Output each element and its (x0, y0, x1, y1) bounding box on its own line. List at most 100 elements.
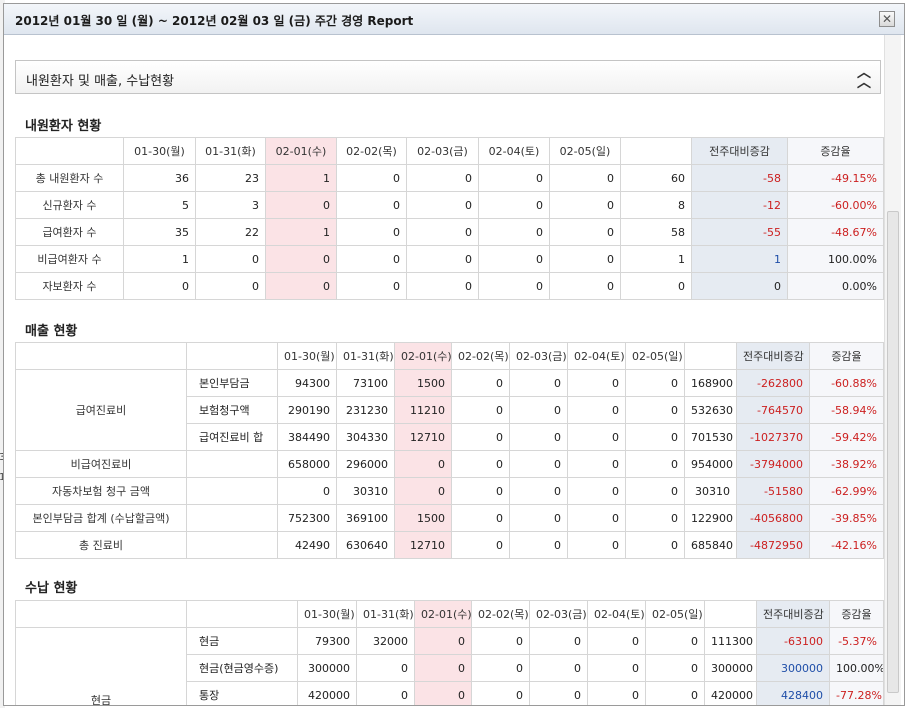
column-header: 02-03(금) (509, 342, 568, 370)
value-cell: 304330 (336, 423, 395, 451)
scrollbar-thumb[interactable] (887, 211, 899, 693)
value-cell: 0 (549, 218, 621, 246)
value-cell: 630640 (336, 531, 395, 559)
table-row: 총 내원환자 수 36 23 1 0 0 0 0 60 -58 -49.15% (15, 164, 884, 192)
column-header: 01-31(화) (356, 600, 415, 628)
collapse-icon[interactable]: ︿ ︿ (854, 66, 874, 90)
value-cell: 0 (549, 164, 621, 192)
value-cell: 94300 (277, 369, 337, 397)
column-header: 01-30(월) (277, 342, 337, 370)
diff-cell: -4872950 (736, 531, 810, 559)
row-label: 급여환자 수 (15, 218, 124, 246)
column-header: 02-02(목) (451, 342, 510, 370)
column-header (620, 137, 692, 165)
column-header: 전주대비증감 (756, 600, 830, 628)
value-cell: 0 (451, 369, 510, 397)
diff-cell: -4056800 (736, 504, 810, 532)
close-icon[interactable]: ✕ (879, 11, 895, 27)
value-cell: 0 (567, 504, 626, 532)
row-label: 비급여환자 수 (15, 245, 124, 273)
value-cell: 0 (451, 477, 510, 505)
value-cell: 954000 (684, 450, 737, 478)
rate-cell: -5.37% (829, 627, 884, 655)
value-cell: 0 (336, 164, 407, 192)
column-header: 증감율 (829, 600, 884, 628)
sub-label: 현금 (186, 627, 298, 655)
sub-label (186, 531, 278, 559)
value-cell: 0 (509, 369, 568, 397)
row-label: 본인부담금 합계 (수납할금액) (15, 504, 187, 532)
column-header: 01-31(화) (195, 137, 266, 165)
table-row: 비급여진료비 658000 296000 0 0 0 0 0 954000 -3794000 -38… (15, 450, 884, 478)
diff-cell: 0 (691, 272, 788, 300)
value-cell: 0 (478, 245, 550, 273)
header-blank (15, 137, 124, 165)
dialog-titlebar: 2012년 01월 30 일 (월) ~ 2012년 02월 03 일 (금) … (4, 4, 904, 35)
rate-cell: -59.42% (809, 423, 884, 451)
value-cell: 8 (620, 191, 692, 219)
value-cell: 0 (451, 531, 510, 559)
table-row: 신규환자 수 5 3 0 0 0 0 0 8 -12 -60.00% (15, 191, 884, 219)
value-cell: 420000 (297, 681, 357, 705)
diff-cell: 1 (691, 245, 788, 273)
dialog-title: 2012년 01월 30 일 (월) ~ 2012년 02월 03 일 (금) … (15, 14, 414, 28)
value-cell: 0 (509, 396, 568, 424)
row-label: 비급여진료비 (15, 450, 187, 478)
value-cell: 0 (625, 396, 685, 424)
table-row: 자동차보험 청구 금액 0 30310 0 0 0 0 0 30310 -51580 -62.99% (15, 477, 884, 505)
patients-table: 01-30(월) 01-31(화) 02-01(수) 02-02(목) 02-03(금)… (15, 137, 884, 300)
header-blank (15, 600, 187, 628)
value-cell: 0 (406, 272, 479, 300)
value-cell: 300000 (704, 654, 757, 682)
value-cell: 0 (509, 477, 568, 505)
value-cell: 0 (509, 504, 568, 532)
value-cell: 685840 (684, 531, 737, 559)
column-header (704, 600, 757, 628)
value-cell: 30310 (336, 477, 395, 505)
value-cell: 0 (471, 627, 530, 655)
value-cell: 0 (451, 423, 510, 451)
value-cell: 1 (123, 245, 196, 273)
sub-label: 본인부담금 (186, 369, 278, 397)
column-header: 02-02(목) (471, 600, 530, 628)
diff-cell: -12 (691, 191, 788, 219)
value-cell: 0 (406, 218, 479, 246)
value-cell: 0 (625, 369, 685, 397)
report-dialog: 2012년 01월 30 일 (월) ~ 2012년 02월 03 일 (금) … (3, 3, 905, 706)
diff-cell: 300000 (756, 654, 830, 682)
value-cell: 0 (509, 423, 568, 451)
vertical-scrollbar[interactable] (884, 35, 901, 705)
table-row: 현금 현금 79300 32000 0 0 0 0 0 111300 -63100 -5.37% (15, 627, 884, 705)
value-cell: 0 (123, 272, 196, 300)
rate-cell: -38.92% (809, 450, 884, 478)
column-header: 02-04(토) (478, 137, 550, 165)
value-cell: 0 (336, 191, 407, 219)
report-scroll-area[interactable]: 내원환자 및 매출, 수납현황 ︿ ︿ 내원환자 현황 01-30(월) 01-31… (4, 35, 904, 705)
value-cell: 122900 (684, 504, 737, 532)
value-cell: 0 (478, 218, 550, 246)
value-cell: 0 (471, 681, 530, 705)
receipts-title: 수납 현황 (25, 581, 78, 596)
row-label: 신규환자 수 (15, 191, 124, 219)
sales-table: 01-30(월) 01-31(화) 02-01(수) 02-02(목) 02-03(금)… (15, 342, 884, 559)
value-cell: 0 (414, 681, 472, 705)
receipts-table: 01-30(월) 01-31(화) 02-01(수) 02-02(목) 02-03(금)… (15, 600, 884, 705)
rate-cell: 100.00% (829, 654, 884, 682)
value-cell: 0 (509, 450, 568, 478)
value-cell: 300000 (297, 654, 357, 682)
value-cell: 532630 (684, 396, 737, 424)
value-cell: 30310 (684, 477, 737, 505)
value-cell: 42490 (277, 531, 337, 559)
column-header: 증감율 (787, 137, 884, 165)
value-cell: 0 (336, 245, 407, 273)
value-cell: 0 (529, 627, 588, 655)
value-cell: 1 (265, 218, 337, 246)
column-header (684, 342, 737, 370)
value-cell: 0 (277, 477, 337, 505)
table-row: 총 진료비 42490 630640 12710 0 0 0 0 685840 -4872950-… (15, 531, 884, 559)
value-cell: 0 (645, 681, 705, 705)
diff-cell: -262800 (736, 369, 810, 397)
value-cell: 0 (620, 272, 692, 300)
value-cell: 0 (549, 272, 621, 300)
section-header[interactable]: 내원환자 및 매출, 수납현황 ︿ ︿ (15, 60, 881, 94)
